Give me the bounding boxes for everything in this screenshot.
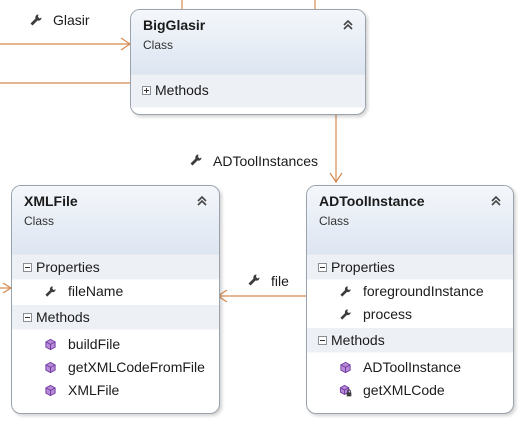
cube-method-icon bbox=[45, 338, 56, 351]
property-name: process bbox=[363, 306, 413, 322]
class-stereotype: Class bbox=[143, 38, 174, 52]
class-box-xmlfile[interactable]: XMLFile Class Properties fileName Method… bbox=[11, 185, 220, 414]
methods-section-label: Methods bbox=[36, 309, 90, 325]
double-chevron-up-icon[interactable] bbox=[341, 18, 355, 32]
locked-method-icon bbox=[339, 384, 352, 397]
adtoolinstances-association-label: ADToolInstances bbox=[213, 153, 319, 169]
method-item[interactable]: getXMLCode bbox=[307, 379, 513, 402]
wrench-icon bbox=[340, 309, 351, 320]
wrench-icon bbox=[190, 154, 202, 166]
property-item[interactable]: foregroundInstance bbox=[307, 280, 513, 303]
properties-section[interactable]: Properties bbox=[307, 255, 513, 280]
wrench-icon bbox=[340, 286, 351, 297]
class-box-adtoolinstance[interactable]: ADToolInstance Class Properties foregrou… bbox=[306, 185, 514, 414]
collapse-toggle-icon[interactable] bbox=[318, 336, 327, 345]
method-name: ADToolInstance bbox=[363, 359, 462, 375]
glasir-arrowhead bbox=[120, 37, 132, 51]
cube-method-icon bbox=[340, 361, 351, 374]
xmlfile-left-arrowhead bbox=[2, 282, 13, 294]
class-header: ADToolInstance Class bbox=[307, 186, 513, 255]
wrench-icon bbox=[30, 14, 42, 26]
wrench-icon bbox=[248, 274, 260, 286]
method-name: XMLFile bbox=[68, 382, 120, 398]
methods-section[interactable]: Methods bbox=[307, 328, 513, 353]
class-name: ADToolInstance bbox=[319, 193, 425, 209]
class-box-bigglasir[interactable]: BigGlasir Class Methods bbox=[130, 9, 366, 115]
method-item[interactable]: XMLFile bbox=[12, 379, 219, 402]
method-name: buildFile bbox=[68, 336, 121, 352]
collapse-toggle-icon[interactable] bbox=[23, 313, 32, 322]
methods-section-collapsed[interactable]: Methods bbox=[131, 75, 365, 108]
double-chevron-up-icon[interactable] bbox=[489, 194, 503, 208]
class-header: XMLFile Class bbox=[12, 186, 219, 255]
methods-section-label: Methods bbox=[331, 332, 385, 348]
class-stereotype: Class bbox=[319, 214, 350, 228]
collapse-toggle-icon[interactable] bbox=[23, 263, 32, 272]
class-diagram-canvas: Glasir ADToolInstances file BigGlasir Cl… bbox=[0, 0, 521, 421]
property-item[interactable]: process bbox=[307, 303, 513, 326]
double-chevron-up-icon[interactable] bbox=[195, 194, 209, 208]
adtoolinstances-arrowhead bbox=[329, 172, 343, 184]
file-association-label: file bbox=[271, 273, 289, 289]
methods-section[interactable]: Methods bbox=[12, 305, 219, 330]
class-stereotype: Class bbox=[24, 214, 55, 228]
expand-toggle-icon[interactable] bbox=[142, 86, 151, 95]
methods-section-label: Methods bbox=[155, 82, 209, 98]
method-name: getXMLCodeFromFile bbox=[68, 359, 205, 375]
property-item[interactable]: fileName bbox=[12, 280, 219, 303]
property-name: foregroundInstance bbox=[363, 283, 484, 299]
properties-section-label: Properties bbox=[331, 259, 395, 275]
properties-section-label: Properties bbox=[36, 259, 100, 275]
property-name: fileName bbox=[68, 283, 124, 299]
method-item[interactable]: getXMLCodeFromFile bbox=[12, 356, 219, 379]
properties-section[interactable]: Properties bbox=[12, 255, 219, 280]
cube-method-icon bbox=[45, 384, 56, 397]
method-item[interactable]: ADToolInstance bbox=[307, 356, 513, 379]
method-item[interactable]: buildFile bbox=[12, 333, 219, 356]
cube-method-icon bbox=[45, 361, 56, 374]
class-header: BigGlasir Class bbox=[131, 10, 365, 75]
wrench-icon bbox=[45, 286, 56, 297]
collapse-toggle-icon[interactable] bbox=[318, 263, 327, 272]
class-name: XMLFile bbox=[24, 193, 78, 209]
glasir-association-label: Glasir bbox=[53, 12, 90, 28]
class-name: BigGlasir bbox=[143, 17, 206, 33]
method-name: getXMLCode bbox=[363, 382, 445, 398]
